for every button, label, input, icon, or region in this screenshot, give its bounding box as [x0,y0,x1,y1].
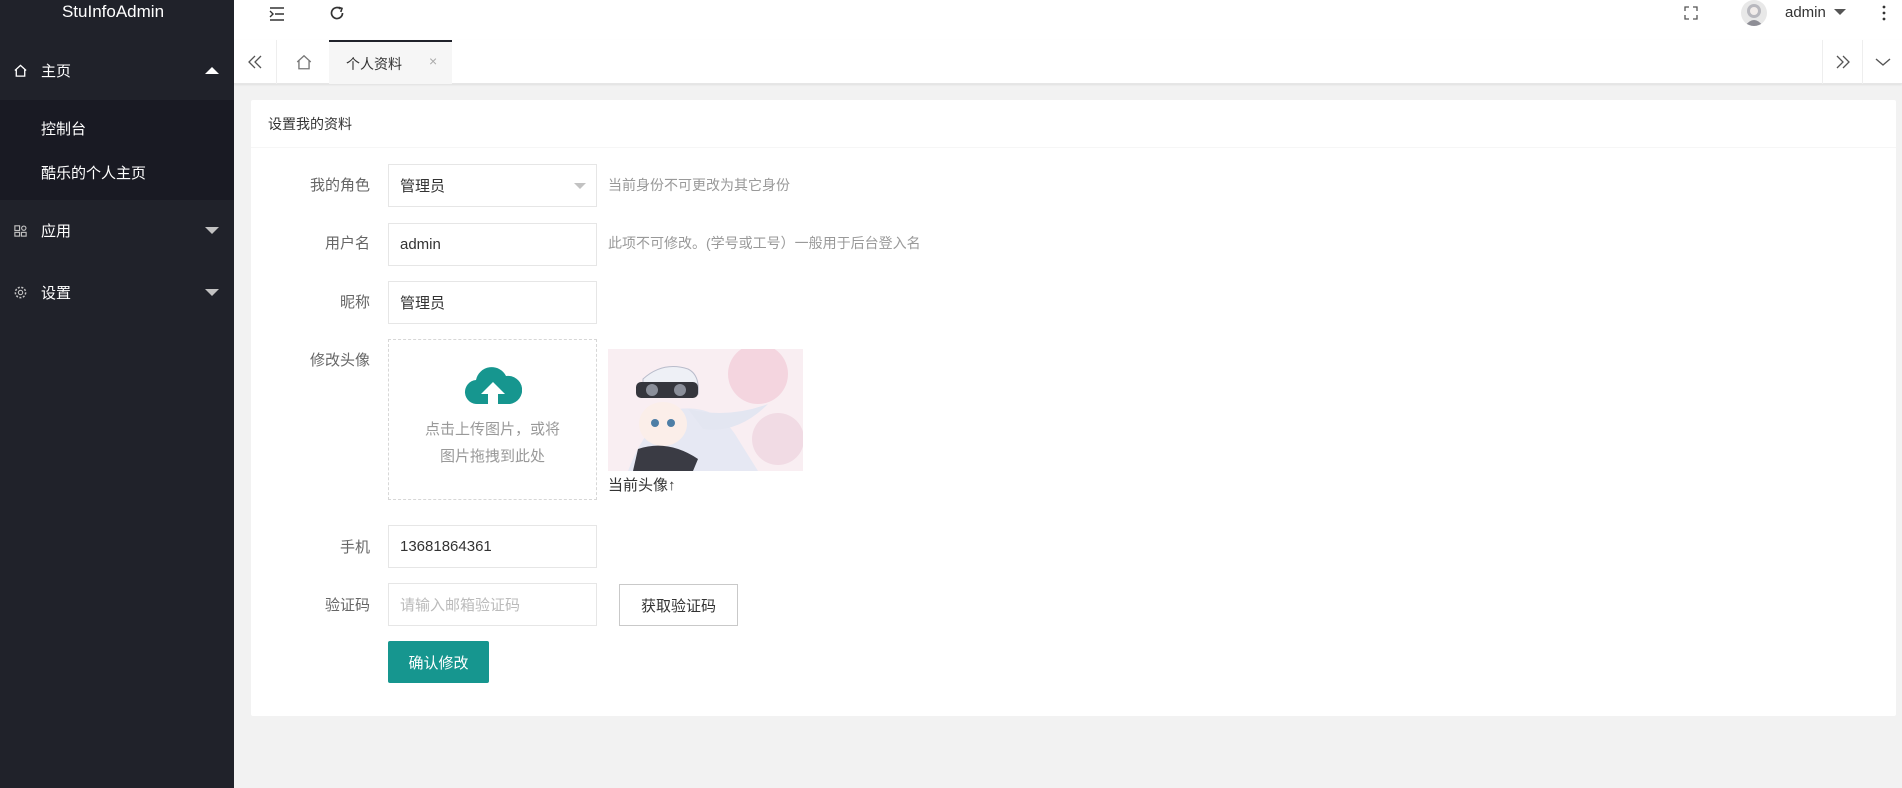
avatar[interactable] [1741,0,1767,26]
sidebar-item-settings[interactable]: 设置 [0,264,234,320]
home-icon [14,63,27,77]
sidebar-item-home[interactable]: 主页 [0,42,234,98]
current-avatar-caption: 当前头像↑ [608,477,676,494]
username-value: admin [400,236,441,253]
code-input[interactable]: 请输入邮箱验证码 [388,583,597,626]
upload-instructions: 点击上传图片，或将 图片拖拽到此处 [389,416,596,470]
upload-text-line-1: 点击上传图片，或将 [424,421,560,438]
fullscreen-icon[interactable] [1683,5,1699,21]
role-hint: 当前身份不可更改为其它身份 [608,177,790,193]
code-label: 验证码 [324,597,370,614]
code-placeholder: 请输入邮箱验证码 [400,597,521,614]
more-vertical-icon[interactable] [1881,4,1887,22]
sidebar-item-settings-label: 设置 [41,284,72,302]
refresh-icon[interactable] [328,4,346,22]
home-icon [296,54,311,70]
sidebar-item-apps[interactable]: 应用 [0,202,234,258]
avatar-upload-dropzone[interactable]: 点击上传图片，或将 图片拖拽到此处 [388,339,597,500]
current-avatar-image [608,349,803,471]
username-input[interactable]: admin [388,223,597,266]
tabs-scroll-right-button[interactable] [1822,40,1862,84]
username-label: 用户名 [324,235,370,252]
nickname-label: 昵称 [339,294,370,311]
upload-cloud-icon [465,367,522,405]
role-select[interactable]: 管理员 [388,164,597,207]
tabs-scroll-left-button[interactable] [234,40,277,84]
phone-input[interactable]: 13681864361 [388,525,597,568]
chevron-down-icon[interactable] [1834,9,1846,15]
collapse-menu-icon[interactable] [267,5,287,23]
double-chevron-left-icon [248,55,262,69]
tabs-bar: 个人资料 × [234,40,1902,84]
gear-icon [14,286,27,298]
nickname-value: 管理员 [400,295,446,312]
upload-text-line-2: 图片拖拽到此处 [439,448,545,465]
chevron-down-icon [1875,58,1890,66]
user-name[interactable]: admin [1785,4,1826,21]
top-header: admin [234,0,1902,40]
phone-value: 13681864361 [400,538,492,555]
role-label: 我的角色 [309,177,370,194]
chevron-down-icon [205,288,219,296]
sidebar-item-apps-label: 应用 [41,222,72,240]
close-icon[interactable]: × [429,53,437,69]
chevron-up-icon [205,66,219,74]
chevron-down-icon [574,183,586,189]
username-hint: 此项不可修改。(学号或工号）一般用于后台登入名 [608,235,921,251]
nickname-input[interactable]: 管理员 [388,281,597,324]
sidebar-item-personal-home[interactable]: 酷乐的个人主页 [41,162,146,183]
app-logo: StuInfoAdmin [61,2,165,21]
phone-label: 手机 [339,539,370,556]
submit-button[interactable]: 确认修改 [388,641,489,683]
double-chevron-right-icon [1836,55,1850,69]
tab-home[interactable] [278,40,329,84]
sidebar-item-home-label: 主页 [41,62,72,80]
chevron-down-icon [205,226,219,234]
sidebar-submenu-home: 控制台 酷乐的个人主页 [0,100,234,200]
tabs-dropdown-button[interactable] [1862,40,1902,84]
sidebar-item-console[interactable]: 控制台 [41,118,86,139]
card-title: 设置我的资料 [251,100,1896,148]
sidebar: StuInfoAdmin 主页 控制台 酷乐的个人主页 应用 设置 [0,0,234,788]
role-select-value: 管理员 [400,178,446,195]
tab-profile-label: 个人资料 [346,56,402,72]
tab-profile[interactable]: 个人资料 × [329,40,452,84]
avatar-label: 修改头像 [309,352,370,369]
apps-icon [14,224,27,237]
get-code-button[interactable]: 获取验证码 [619,584,738,626]
